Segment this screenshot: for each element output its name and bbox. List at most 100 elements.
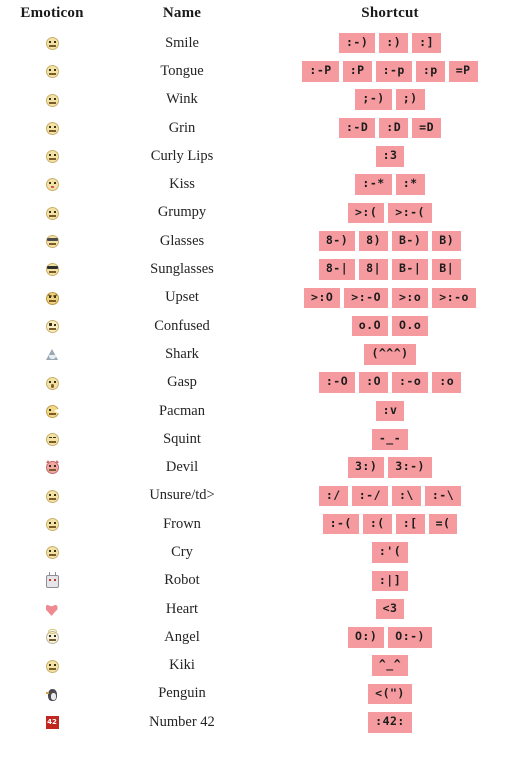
cry-face-icon [45, 546, 59, 560]
table-row: Kiki ^_^ [0, 652, 520, 680]
shortcut-badge[interactable]: -_- [371, 429, 409, 450]
shortcut-badge[interactable]: :-p [375, 61, 412, 82]
robot-icon [45, 571, 59, 588]
shortcut-badge[interactable]: :-\ [424, 485, 462, 507]
shortcut-badge[interactable]: O:-) [388, 627, 432, 648]
wink-face-icon [45, 93, 59, 107]
emoticon-name-cell: Kiki [104, 652, 260, 680]
shortcut-badge[interactable]: O.o [392, 315, 429, 337]
emoticon-cell [0, 680, 104, 708]
emoticon-name-cell: Number 42 [104, 708, 260, 736]
shortcut-badge[interactable]: >:( [348, 202, 385, 224]
shortcut-badge[interactable]: >:o [392, 287, 429, 309]
shortcut-badge[interactable]: :-D [339, 117, 376, 139]
shortcut-cell: ^_^ [260, 652, 520, 680]
shortcut-badge[interactable]: :* [395, 174, 425, 195]
emoticon-name-cell: Squint [104, 425, 260, 453]
emoticon-cell [0, 425, 104, 453]
emoticon-name-label: Smile [165, 34, 199, 51]
shortcut-badge[interactable]: >:O [304, 287, 341, 309]
upset-face-icon [45, 291, 59, 305]
table-row: Confused o.O O.o [0, 312, 520, 340]
shortcut-badge[interactable]: :o [432, 372, 462, 393]
shortcut-badge[interactable]: 8-) [318, 230, 356, 252]
shortcut-cell: >:(>:-( [260, 199, 520, 227]
shortcut-badge[interactable]: :( [362, 513, 392, 535]
table-row: Frown:-(:(:[=( [0, 510, 520, 538]
shortcut-badge[interactable]: :-/ [351, 485, 388, 507]
shortcut-cell: :-O:O:-o:o [260, 369, 520, 397]
shortcut-badge[interactable]: =( [428, 513, 458, 535]
emoticon-name-label: Tongue [160, 62, 204, 79]
shortcut-badge[interactable]: B) [432, 230, 462, 252]
angel-face-icon [45, 629, 59, 645]
shortcut-badge[interactable]: :/ [318, 485, 348, 507]
emoticon-cell [0, 595, 104, 623]
emoticon-name-cell: Penguin [104, 680, 260, 708]
shortcut-badge[interactable]: :-o [392, 372, 429, 393]
shortcut-cell: <(") [260, 680, 520, 708]
table-row: Devil 3:) 3:-) [0, 453, 520, 481]
shortcut-badge[interactable]: :-O [318, 372, 356, 393]
shortcut-badge[interactable]: O:) [348, 627, 385, 648]
tongue-face-icon [45, 65, 59, 79]
shortcut-badge[interactable]: :-* [355, 174, 392, 195]
shortcut-badge[interactable]: 8| [359, 259, 388, 280]
shortcut-cell: 8-| 8| B-| B| [260, 255, 520, 283]
shortcut-badge[interactable]: :-) [339, 32, 376, 54]
shortcut-badge[interactable]: <3 [375, 598, 405, 620]
emoticon-name-label: Confused [154, 317, 210, 334]
shortcut-badge[interactable]: :'( [371, 542, 409, 563]
shortcut-badge[interactable]: :] [412, 32, 441, 54]
shortcut-badge[interactable]: B-| [392, 259, 429, 280]
shortcut-badge[interactable]: (^^^) [364, 344, 416, 365]
shortcut-badge[interactable]: 3:-) [388, 457, 432, 478]
shortcut-badge[interactable]: :p [415, 61, 445, 82]
shortcut-badge[interactable]: :-( [322, 513, 359, 535]
table-row: Heart <3 [0, 595, 520, 623]
shortcut-badge[interactable]: ;) [395, 89, 425, 110]
shortcut-badge[interactable]: o.O [351, 315, 388, 337]
emoticon-name-label: Glasses [159, 232, 205, 249]
emoticon-cell [0, 142, 104, 170]
shortcut-badge[interactable]: 8-| [318, 259, 356, 280]
shortcut-badge[interactable]: :O [359, 372, 388, 393]
shortcut-badge[interactable]: <(") [368, 683, 412, 705]
shortcut-badge[interactable]: :3 [375, 146, 405, 167]
shortcut-badge[interactable]: B-) [392, 230, 429, 252]
emoticon-name-label: Wink [166, 91, 198, 108]
shortcut-badge[interactable]: :[ [395, 513, 425, 535]
curly-lips-face-icon [45, 150, 59, 164]
shortcut-badge[interactable]: 8) [359, 230, 388, 252]
confused-face-icon [45, 319, 59, 333]
shortcut-badge[interactable]: >:-o [432, 287, 476, 309]
penguin-icon [45, 688, 59, 701]
shortcut-badge[interactable]: :-P [302, 61, 339, 82]
emoticon-cell [0, 29, 104, 57]
shortcut-cell: :v [260, 397, 520, 425]
table-row: Unsure/td>:/:-/:\:-\ [0, 482, 520, 510]
emoticon-name-cell: Gasp [104, 369, 260, 397]
shortcut-badge[interactable]: >:-( [388, 202, 432, 224]
shortcut-badge[interactable]: :) [379, 32, 409, 54]
shortcut-badge[interactable]: :v [375, 400, 405, 422]
shortcut-badge[interactable]: 3:) [348, 457, 385, 478]
emoticon-cell [0, 369, 104, 397]
shortcut-badge[interactable]: ^_^ [371, 655, 409, 676]
emoticon-cell [0, 567, 104, 595]
shortcut-badge[interactable]: :P [342, 61, 372, 82]
table-row: Cry:'( [0, 538, 520, 566]
shortcut-badge[interactable]: =P [448, 61, 478, 82]
shortcut-badge[interactable]: >:-O [344, 287, 388, 309]
shortcut-badge[interactable]: ;-) [355, 89, 392, 110]
emoticon-name-label: Heart [165, 600, 199, 617]
emoticon-name-label: Number 42 [149, 713, 215, 730]
shortcut-badge[interactable]: :D [379, 117, 409, 139]
shortcut-badge[interactable]: :\ [392, 485, 421, 507]
shortcut-badge[interactable]: B| [432, 259, 462, 280]
shortcut-badge[interactable]: :42: [368, 712, 412, 733]
shortcut-cell: ;-);) [260, 86, 520, 114]
shortcut-cell: :-*:* [260, 170, 520, 198]
shortcut-badge[interactable]: =D [412, 117, 441, 139]
shortcut-badge[interactable]: :|] [371, 570, 409, 592]
